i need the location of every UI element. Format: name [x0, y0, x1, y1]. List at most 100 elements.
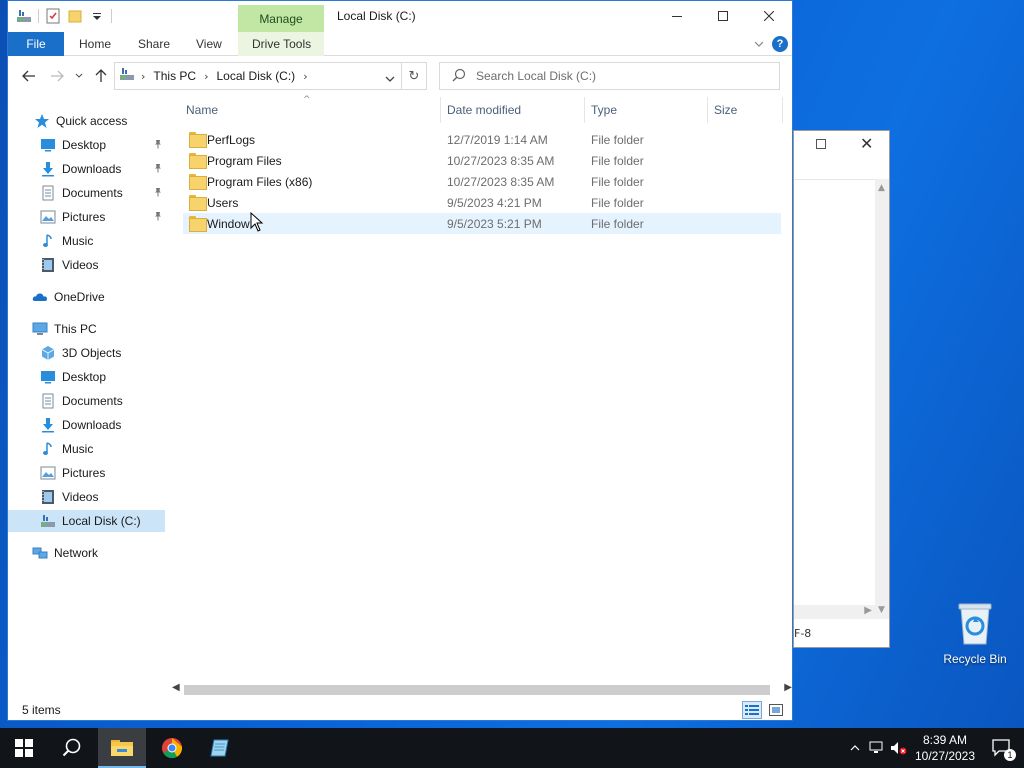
- close-button[interactable]: [746, 1, 792, 31]
- nav-item-music[interactable]: Music: [8, 438, 165, 460]
- nav-item-this-pc[interactable]: This PC: [8, 318, 165, 340]
- search-box[interactable]: [439, 62, 780, 90]
- nav-item-desktop[interactable]: Desktop: [8, 366, 165, 388]
- taskbar-file-explorer[interactable]: [98, 728, 146, 768]
- tab-manage[interactable]: Manage: [238, 5, 324, 32]
- column-divider[interactable]: [782, 97, 783, 123]
- volume-muted-icon: [891, 742, 907, 755]
- tab-share[interactable]: Share: [138, 37, 170, 51]
- back-arrow-icon: [22, 70, 35, 82]
- file-name: PerfLogs: [207, 132, 256, 147]
- breadcrumb-this-pc[interactable]: This PC: [153, 69, 196, 83]
- column-size[interactable]: Size: [714, 103, 737, 117]
- folder-icon: [189, 174, 207, 190]
- scroll-right-icon[interactable]: ▶: [784, 682, 792, 693]
- taskbar-chrome[interactable]: [148, 728, 196, 768]
- tab-drive-tools[interactable]: Drive Tools: [252, 37, 311, 51]
- tab-view[interactable]: View: [196, 37, 222, 51]
- column-date-modified[interactable]: Date modified: [447, 103, 521, 117]
- column-name[interactable]: Name: [186, 103, 218, 117]
- forward-button[interactable]: [48, 67, 66, 85]
- nav-item-quick-access[interactable]: Quick access: [8, 110, 165, 132]
- nav-item-music[interactable]: Music: [8, 230, 165, 252]
- details-view-button[interactable]: [742, 701, 762, 719]
- new-folder-icon[interactable]: [67, 8, 83, 24]
- file-name: Window: [207, 216, 250, 231]
- maximize-icon: [718, 11, 728, 21]
- back-button[interactable]: [20, 67, 38, 85]
- file-row[interactable]: Users 9/5/2023 4:21 PM File folder: [183, 192, 781, 213]
- column-type[interactable]: Type: [591, 103, 617, 117]
- address-bar[interactable]: › This PC › Local Disk (C:) ›: [114, 62, 402, 90]
- file-row[interactable]: Program Files 10/27/2023 8:35 AM File fold…: [183, 150, 781, 171]
- recent-locations-button[interactable]: [70, 67, 88, 85]
- scrollbar-thumb[interactable]: [184, 685, 770, 695]
- expand-ribbon-icon[interactable]: [754, 37, 764, 51]
- file-row[interactable]: Window 9/5/2023 5:21 PM File folder: [183, 213, 781, 234]
- file-name: Users: [207, 195, 239, 210]
- search-button[interactable]: [48, 728, 96, 768]
- horizontal-scrollbar[interactable]: ▶: [794, 605, 876, 619]
- large-icons-view-button[interactable]: [766, 701, 786, 719]
- breadcrumb-separator-icon[interactable]: ›: [141, 70, 145, 83]
- nav-item-network[interactable]: Network: [8, 542, 165, 564]
- file-row[interactable]: Program Files (x86) 10/27/2023 8:35 AM Fil…: [183, 171, 781, 192]
- file-name: Program Files (x86): [207, 174, 313, 189]
- start-button[interactable]: [0, 728, 48, 768]
- up-button[interactable]: [92, 67, 110, 85]
- nav-item-pictures[interactable]: Pictures: [8, 462, 165, 484]
- help-icon[interactable]: ?: [772, 36, 788, 52]
- vertical-scrollbar[interactable]: ▲ ▼: [875, 179, 889, 619]
- pin-icon[interactable]: [153, 211, 163, 224]
- clock[interactable]: 8:39 AM 10/27/2023: [910, 732, 980, 764]
- recycle-bin[interactable]: Recycle Bin: [940, 600, 1010, 666]
- breadcrumb-separator-icon[interactable]: ›: [303, 70, 307, 83]
- background-window[interactable]: ✕ ▲ ▼ ▶ F-8: [793, 130, 890, 648]
- column-divider[interactable]: [440, 97, 441, 123]
- scroll-left-icon[interactable]: ◀: [172, 682, 180, 693]
- nav-item-downloads[interactable]: Downloads: [8, 414, 165, 436]
- action-center-button[interactable]: 1: [980, 728, 1024, 768]
- address-dropdown-icon[interactable]: [385, 72, 395, 86]
- scroll-right-icon[interactable]: ▶: [864, 605, 872, 616]
- customize-qat-icon[interactable]: [89, 8, 105, 24]
- network-status-button[interactable]: [866, 728, 888, 768]
- show-hidden-icons-button[interactable]: [844, 728, 866, 768]
- breadcrumb-separator-icon[interactable]: ›: [204, 70, 208, 83]
- nav-item-local-disk-c[interactable]: Local Disk (C:): [8, 510, 165, 532]
- minimize-button[interactable]: [654, 1, 700, 31]
- column-divider[interactable]: [584, 97, 585, 123]
- nav-item-desktop[interactable]: Desktop: [8, 134, 165, 156]
- breadcrumb-local-disk[interactable]: Local Disk (C:): [217, 69, 296, 83]
- nav-item-documents[interactable]: Documents: [8, 390, 165, 412]
- title-bar[interactable]: Manage Local Disk (C:): [8, 1, 792, 32]
- properties-icon[interactable]: [45, 8, 61, 24]
- horizontal-scrollbar[interactable]: ◀ ▶: [168, 682, 792, 698]
- nav-item-downloads[interactable]: Downloads: [8, 158, 165, 180]
- pin-icon[interactable]: [153, 163, 163, 176]
- maximize-button[interactable]: [700, 1, 746, 31]
- file-row[interactable]: PerfLogs 12/7/2019 1:14 AM File folder: [183, 129, 781, 150]
- nav-item-onedrive[interactable]: OneDrive: [8, 286, 165, 308]
- close-icon[interactable]: ✕: [860, 134, 873, 153]
- scroll-up-icon[interactable]: ▲: [878, 183, 885, 193]
- column-divider[interactable]: [707, 97, 708, 123]
- scroll-down-icon[interactable]: ▼: [878, 605, 885, 615]
- search-input[interactable]: [476, 69, 766, 83]
- pin-icon[interactable]: [153, 187, 163, 200]
- nav-item-pictures[interactable]: Pictures: [8, 206, 165, 228]
- pin-icon[interactable]: [153, 139, 163, 152]
- nav-item-videos[interactable]: Videos: [8, 254, 165, 276]
- tab-file[interactable]: File: [8, 32, 64, 56]
- nav-item-documents[interactable]: Documents: [8, 182, 165, 204]
- maximize-icon[interactable]: [816, 139, 826, 149]
- file-type: File folder: [591, 174, 644, 189]
- nav-item-videos[interactable]: Videos: [8, 486, 165, 508]
- nav-item-3d-objects[interactable]: 3D Objects: [8, 342, 165, 364]
- search-icon: [62, 738, 81, 757]
- volume-button[interactable]: [888, 728, 910, 768]
- taskbar-notepad[interactable]: [196, 728, 244, 768]
- drive-icon: [119, 67, 135, 85]
- tab-home[interactable]: Home: [79, 37, 111, 51]
- refresh-button[interactable]: ↻: [402, 62, 427, 90]
